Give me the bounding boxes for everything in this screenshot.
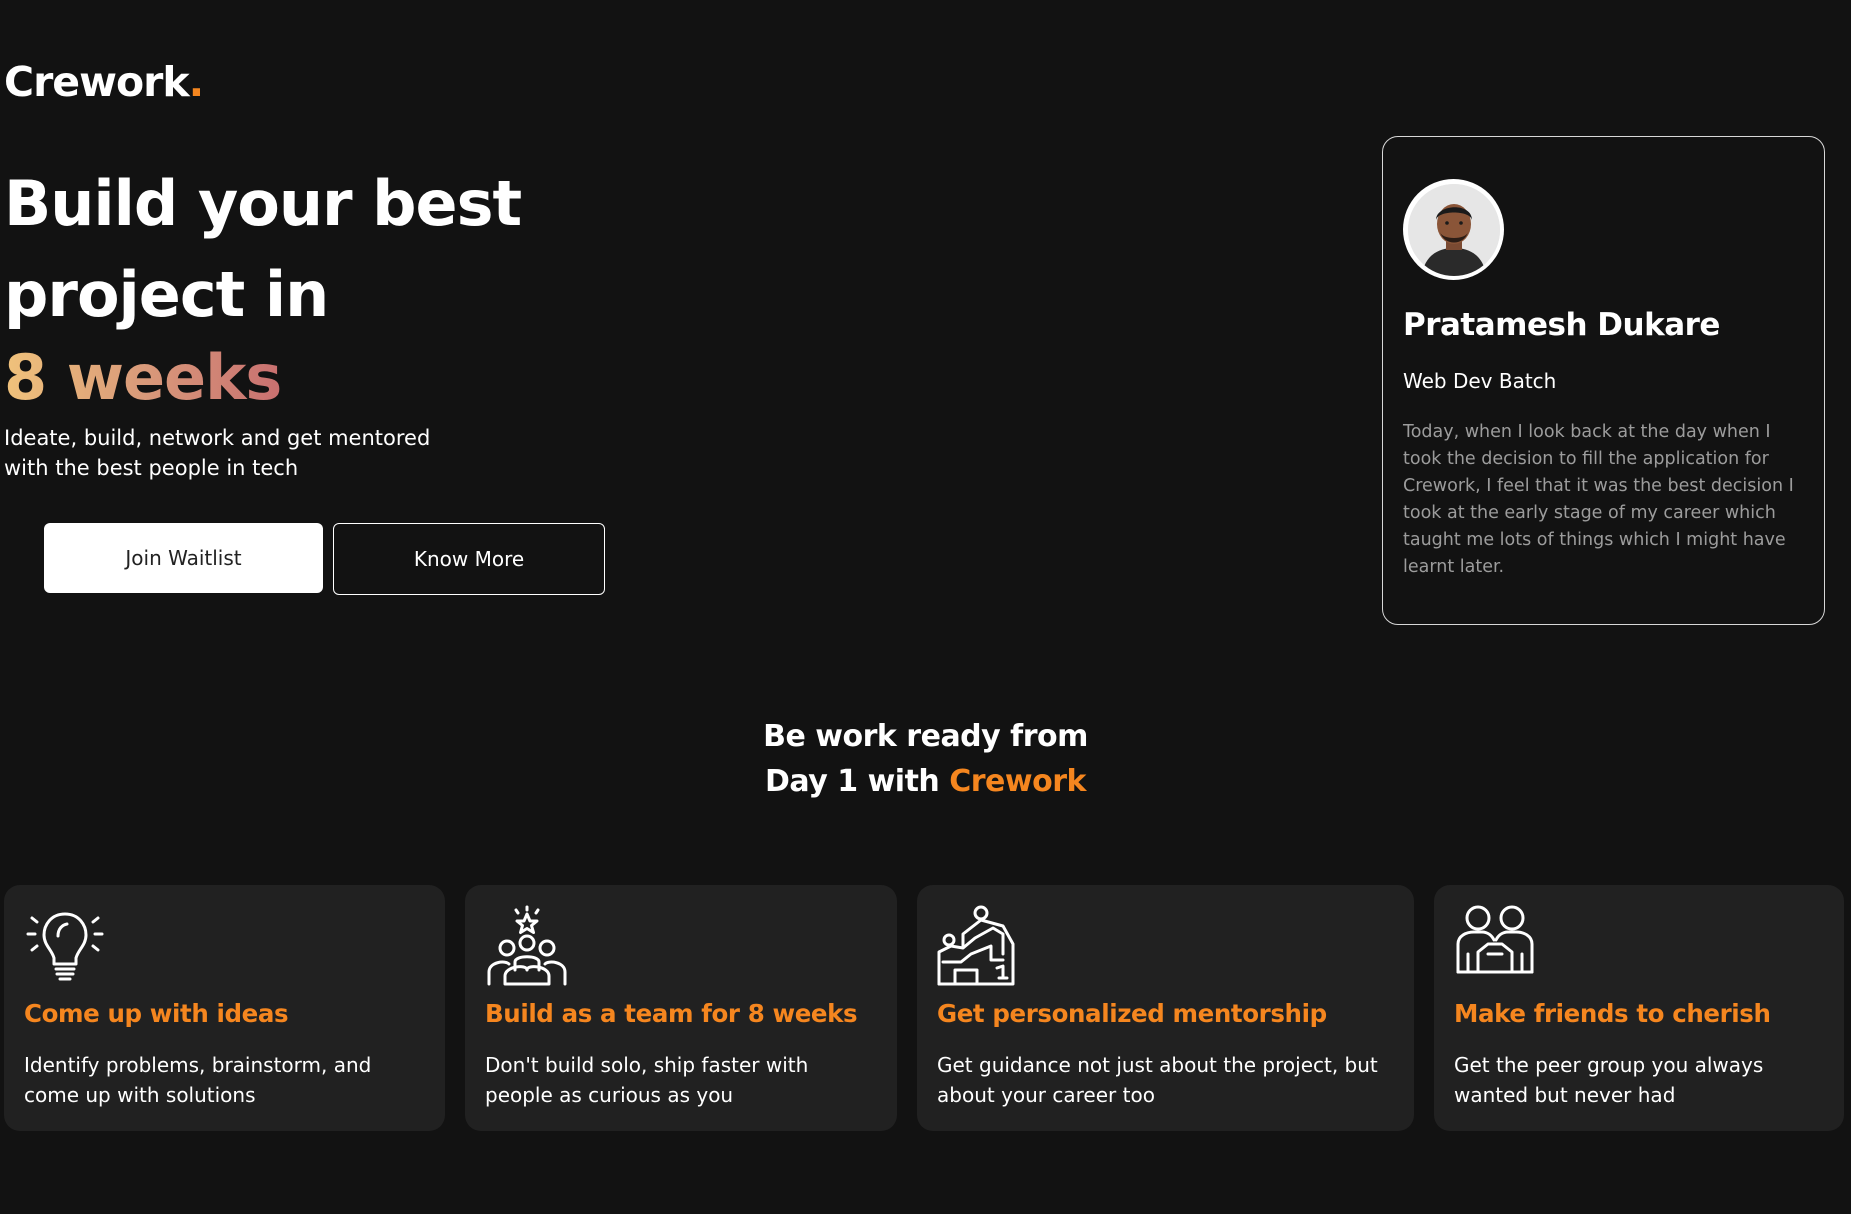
hero-title-line2: project in: [4, 258, 329, 331]
feature-title: Make friends to cherish: [1454, 999, 1771, 1028]
hero-highlight: 8 weeks: [4, 338, 282, 418]
hero-subtitle: Ideate, build, network and get mentored …: [4, 426, 431, 480]
feature-card-mentorship: Get personalized mentorship Get guidance…: [917, 885, 1414, 1131]
avatar: [1403, 179, 1504, 280]
feature-text: Identify problems, brainstorm, and come …: [24, 1053, 372, 1107]
feature-text: Get guidance not just about the project,…: [937, 1053, 1378, 1107]
section-heading-line2-prefix: Day 1 with: [765, 764, 950, 799]
feature-text: Get the peer group you always wanted but…: [1454, 1053, 1764, 1107]
feature-title: Get personalized mentorship: [937, 999, 1327, 1028]
mentorship-icon: [937, 904, 1394, 986]
section-heading-line1: Be work ready from: [763, 719, 1088, 754]
logo-text: Crework: [4, 58, 190, 106]
hero-title: Build your best project in: [4, 158, 524, 340]
section-heading-accent: Crework: [949, 764, 1086, 799]
friends-icon: [1454, 904, 1824, 986]
testimonial-quote: Today, when I look back at the day when …: [1403, 422, 1794, 577]
section-heading: Be work ready from Day 1 with Crework: [0, 714, 1851, 804]
lightbulb-icon: [24, 904, 425, 986]
testimonial-name: Pratamesh Dukare: [1403, 307, 1720, 343]
testimonial-batch: Web Dev Batch: [1403, 369, 1557, 393]
feature-title: Come up with ideas: [24, 999, 289, 1028]
know-more-button[interactable]: Know More: [333, 523, 605, 595]
logo-dot: .: [188, 58, 205, 106]
join-waitlist-button[interactable]: Join Waitlist: [44, 523, 323, 593]
testimonial-card: Pratamesh Dukare Web Dev Batch Today, wh…: [1382, 136, 1825, 625]
logo[interactable]: Crework.: [4, 62, 204, 103]
feature-card-ideas: Come up with ideas Identify problems, br…: [4, 885, 445, 1131]
hero-title-line1: Build your best: [4, 167, 522, 240]
feature-card-team: Build as a team for 8 weeks Don't build …: [465, 885, 897, 1131]
landing-page: Crework. Build your best project in 8 we…: [0, 0, 1851, 1214]
feature-title: Build as a team for 8 weeks: [485, 999, 858, 1028]
feature-card-friends: Make friends to cherish Get the peer gro…: [1434, 885, 1844, 1131]
team-star-icon: [485, 904, 877, 986]
feature-text: Don't build solo, ship faster with peopl…: [485, 1053, 809, 1107]
